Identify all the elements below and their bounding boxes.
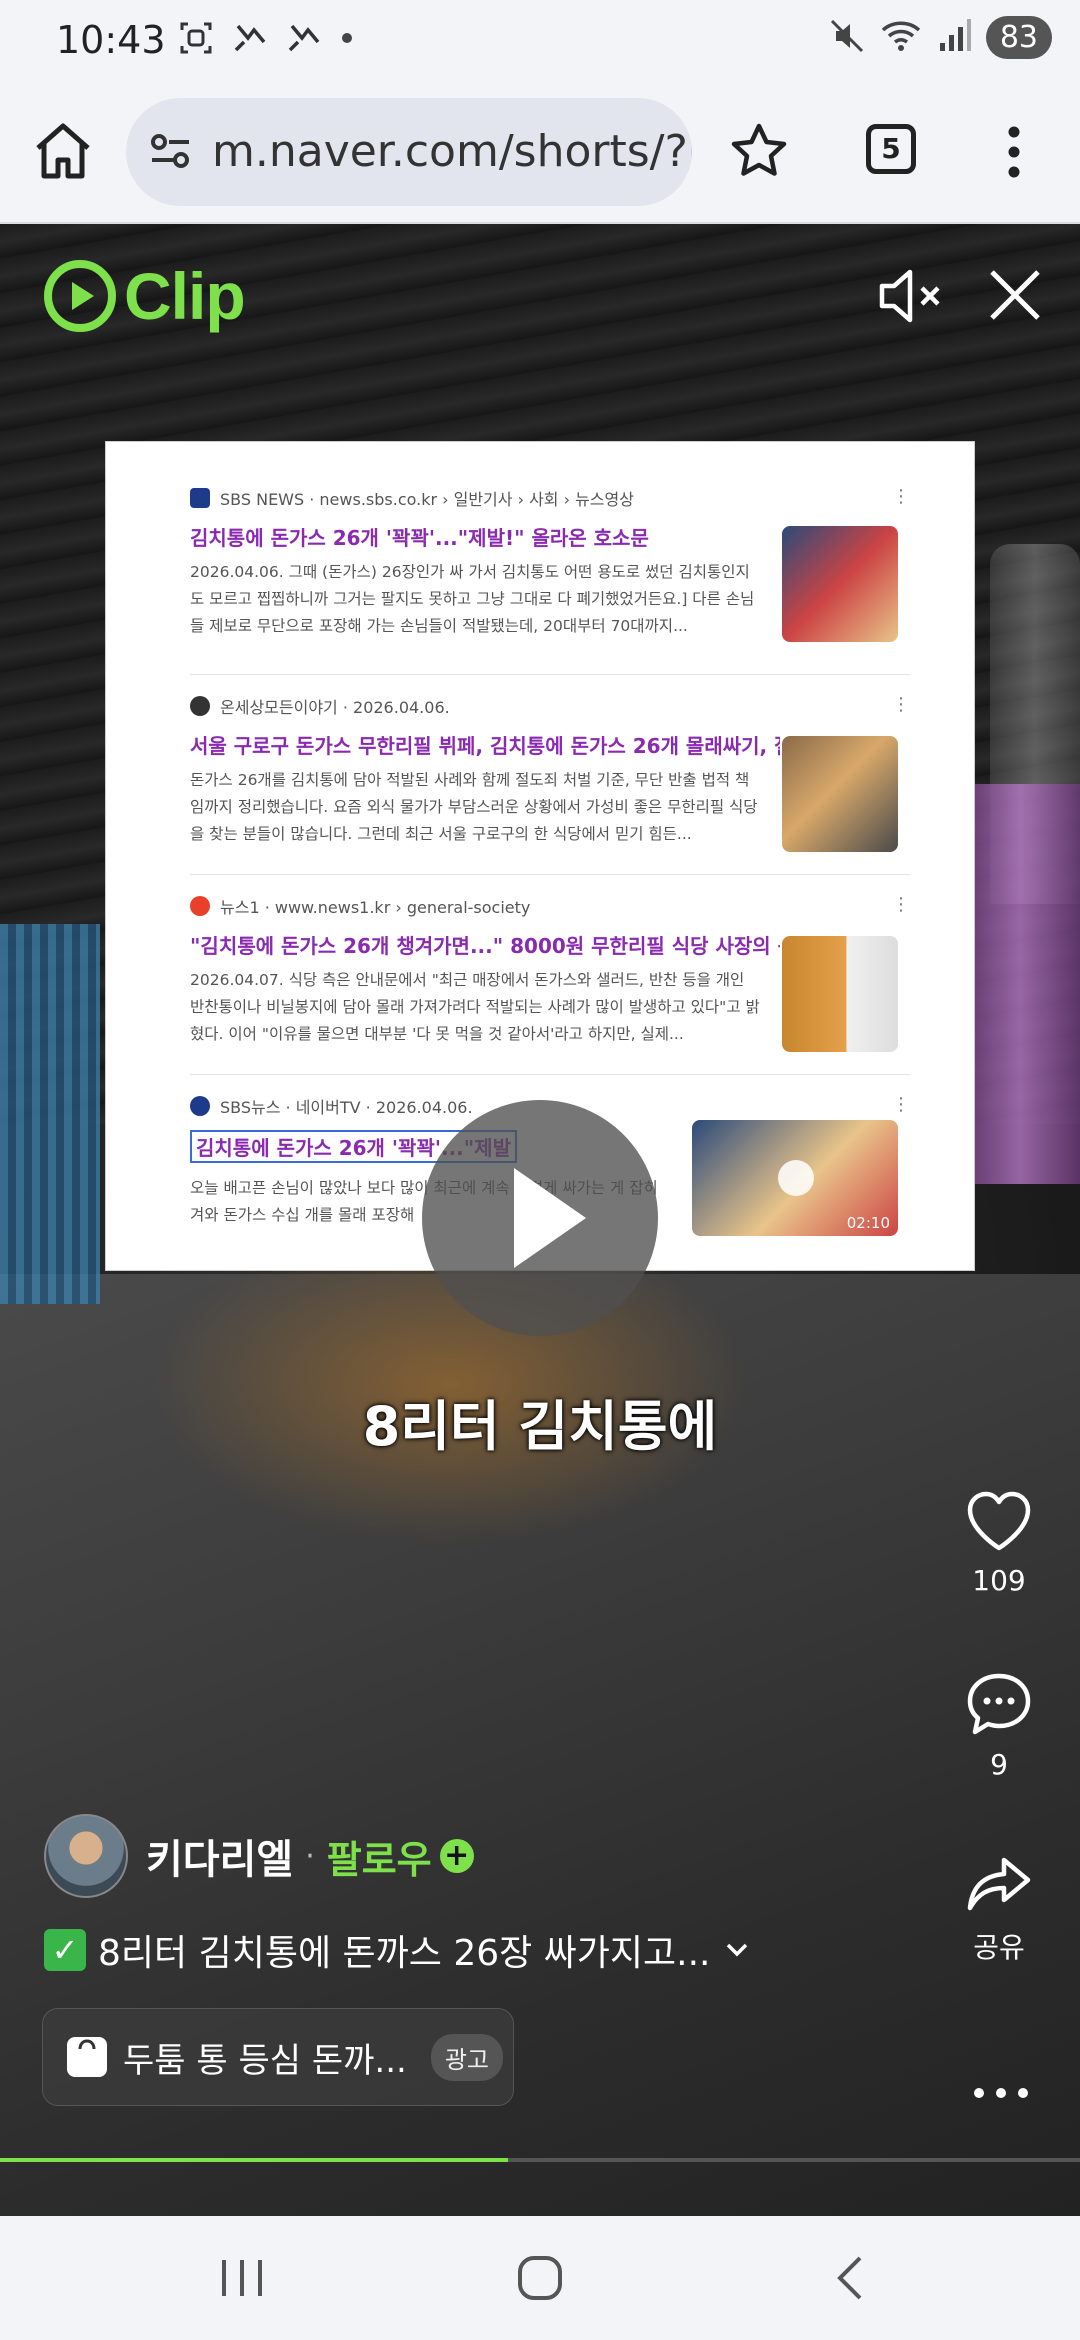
status-time: 10:43 bbox=[56, 18, 166, 62]
home-circle-icon bbox=[518, 2256, 562, 2300]
screenshot-icon bbox=[178, 20, 214, 65]
video-duration: 02:10 bbox=[846, 1214, 890, 1232]
play-button[interactable] bbox=[422, 1100, 658, 1336]
search-result: 뉴스1 · www.news1.kr › general-society ⋮ "… bbox=[190, 892, 910, 1052]
missed-call-icon bbox=[232, 20, 268, 65]
play-icon bbox=[514, 1168, 586, 1268]
result-body: 2026.04.06. 그때 (돈가스) 26장인가 싸 가서 김치통도 어떤 … bbox=[190, 563, 755, 635]
source-logo-icon bbox=[190, 696, 210, 716]
star-icon bbox=[731, 123, 787, 176]
share-button[interactable]: 공유 bbox=[944, 1854, 1054, 1966]
divider bbox=[190, 1074, 910, 1075]
like-count: 109 bbox=[972, 1564, 1026, 1597]
comment-button[interactable]: 9 bbox=[944, 1670, 1054, 1781]
close-icon bbox=[990, 270, 1040, 320]
result-source: SBS NEWS · news.sbs.co.kr › 일반기사 › 사회 › … bbox=[190, 484, 910, 512]
share-icon bbox=[967, 1857, 1031, 1911]
more-horizontal-icon bbox=[974, 2088, 1028, 2098]
url-bar[interactable]: m.naver.com/shorts/?r bbox=[126, 98, 692, 206]
battery-indicator: 83 bbox=[985, 16, 1052, 59]
background-basket bbox=[0, 924, 100, 1304]
recent-apps-icon bbox=[222, 2260, 262, 2296]
browser-menu-button[interactable] bbox=[1004, 124, 1024, 180]
recent-apps-button[interactable] bbox=[210, 2246, 274, 2310]
result-thumbnail bbox=[782, 526, 898, 642]
comment-icon bbox=[967, 1673, 1031, 1735]
chevron-down-icon[interactable] bbox=[723, 1936, 751, 1964]
search-result: 온세상모든이야기 · 2026.04.06. ⋮ 서울 구로구 돈가스 무한리필… bbox=[190, 692, 910, 852]
heart-icon bbox=[967, 1491, 1031, 1551]
like-button[interactable]: 109 bbox=[944, 1490, 1054, 1597]
caption-text: 8리터 김치통에 돈까스 26장 싸가지고... bbox=[98, 1933, 711, 1974]
site-settings-icon[interactable] bbox=[148, 128, 194, 174]
result-source: 뉴스1 · www.news1.kr › general-society bbox=[190, 892, 910, 920]
home-nav-button[interactable] bbox=[508, 2246, 572, 2310]
mute-toggle-button[interactable] bbox=[876, 264, 948, 328]
bookmark-button[interactable] bbox=[728, 120, 790, 182]
video-caption[interactable]: ✓ 8리터 김치통에 돈까스 26장 싸가지고... bbox=[44, 1924, 751, 1976]
play-icon bbox=[778, 1160, 814, 1196]
progress-fill bbox=[0, 2158, 508, 2162]
channel-name[interactable]: 키다리엘 bbox=[146, 1827, 293, 1885]
result-title: "김치통에 돈가스 26개 챙겨가면..." 8000원 무한리필 식당 사장의… bbox=[190, 934, 780, 958]
shopping-bag-icon bbox=[67, 2037, 107, 2077]
follow-button[interactable]: 팔로우 bbox=[327, 1829, 432, 1884]
source-logo-icon bbox=[190, 488, 210, 508]
divider bbox=[190, 874, 910, 875]
divider bbox=[190, 674, 910, 675]
share-label: 공유 bbox=[973, 1931, 1025, 1964]
mute-icon bbox=[828, 17, 866, 59]
result-body: 돈가스 26개를 김치통에 담아 적발된 사례와 함께 절도죄 처벌 기준, 무… bbox=[190, 771, 758, 843]
system-nav-bar bbox=[0, 2216, 1080, 2340]
clip-logo: Clip bbox=[42, 258, 246, 334]
browser-toolbar: m.naver.com/shorts/?r 5 bbox=[0, 84, 1080, 224]
plus-icon[interactable]: + bbox=[439, 1839, 474, 1873]
result-body: 2026.04.07. 식당 측은 안내문에서 "최근 매장에서 돈가스와 샐러… bbox=[190, 971, 760, 1043]
background-cup bbox=[960, 784, 1080, 1184]
avatar[interactable] bbox=[44, 1814, 128, 1898]
signal-icon bbox=[936, 17, 972, 59]
wifi-icon bbox=[880, 17, 922, 59]
video-subtitle: 8리터 김치통에 bbox=[362, 1395, 718, 1458]
status-left-icons bbox=[178, 20, 354, 65]
result-menu-icon: ⋮ bbox=[892, 694, 910, 715]
result-thumbnail bbox=[782, 736, 898, 852]
more-options-button[interactable] bbox=[972, 2064, 1030, 2110]
checkmark-icon: ✓ bbox=[44, 1929, 86, 1971]
search-result: SBS NEWS · news.sbs.co.kr › 일반기사 › 사회 › … bbox=[190, 484, 910, 642]
video-player[interactable]: Clip SBS NEWS · news.sbs.co.kr › 일반기사 › … bbox=[0, 224, 1080, 2224]
separator: · bbox=[305, 1838, 315, 1874]
result-menu-icon: ⋮ bbox=[892, 1094, 910, 1115]
url-text[interactable]: m.naver.com/shorts/?r bbox=[212, 126, 692, 177]
ad-text: 두툼 통 등심 돈까... bbox=[123, 2040, 407, 2081]
result-thumbnail bbox=[782, 936, 898, 1052]
result-menu-icon: ⋮ bbox=[892, 894, 910, 915]
source-logo-icon bbox=[190, 1096, 210, 1116]
tab-switcher-button[interactable]: 5 bbox=[866, 124, 916, 174]
missed-call-icon bbox=[286, 20, 322, 65]
ad-badge: 광고 bbox=[430, 2033, 503, 2081]
source-logo-icon bbox=[190, 896, 210, 916]
clip-logo-icon bbox=[44, 260, 116, 332]
result-menu-icon: ⋮ bbox=[892, 486, 910, 507]
home-icon bbox=[36, 123, 90, 179]
back-button[interactable] bbox=[818, 2246, 882, 2310]
status-right: 83 bbox=[828, 16, 1052, 59]
back-icon bbox=[837, 2256, 862, 2300]
volume-muted-icon bbox=[879, 269, 940, 323]
clip-logo-text: Clip bbox=[124, 259, 246, 333]
result-title: 서울 구로구 돈가스 무한리필 뷔페, 김치통에 돈가스 26개 몰래싸기, 절… bbox=[190, 734, 780, 758]
home-button[interactable] bbox=[30, 118, 96, 184]
dot-icon bbox=[340, 20, 354, 65]
result-video-thumbnail: 02:10 bbox=[692, 1120, 898, 1236]
comment-count: 9 bbox=[990, 1748, 1008, 1781]
result-source: 온세상모든이야기 · 2026.04.06. bbox=[190, 692, 910, 720]
channel-row: 키다리엘 · 팔로우 + bbox=[44, 1814, 474, 1898]
result-title: 김치통에 돈가스 26개 '꽉꽉'..."제발!" 올라온 호소문 bbox=[190, 526, 649, 550]
more-vertical-icon bbox=[1008, 126, 1020, 178]
ad-banner[interactable]: 두툼 통 등심 돈까... 광고 bbox=[42, 2008, 514, 2106]
status-bar: 10:43 83 bbox=[0, 0, 1080, 84]
close-button[interactable] bbox=[986, 266, 1044, 324]
progress-bar[interactable] bbox=[0, 2158, 1080, 2162]
